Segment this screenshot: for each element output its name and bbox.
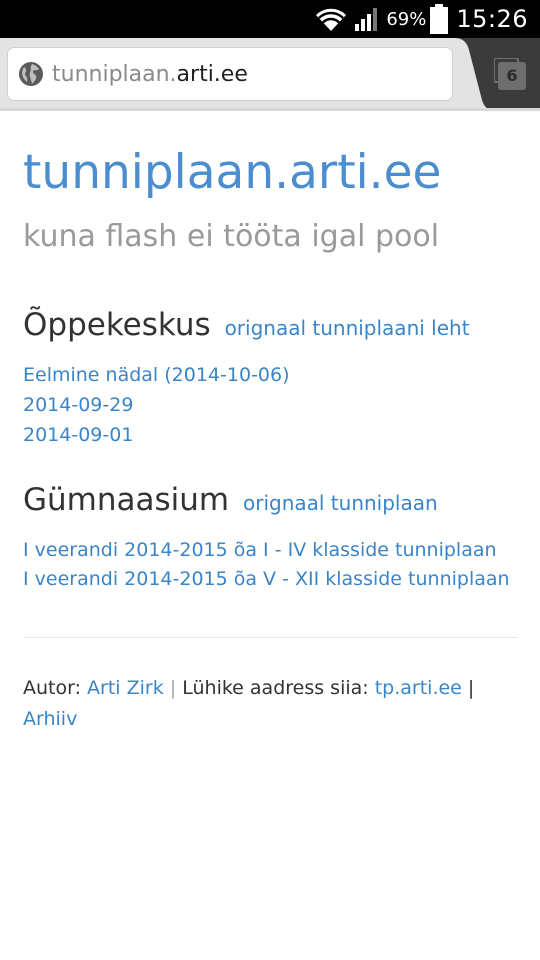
footer-separator: | (467, 677, 475, 699)
wifi-icon (314, 6, 348, 32)
schedule-link-previous-week[interactable]: Eelmine nädal (2014-10-06) (23, 364, 289, 386)
schedule-link-grades-5-12[interactable]: I veerandi 2014-2015 õa V - XII klasside… (23, 568, 510, 590)
original-schedule-link[interactable]: orignaal tunniplaan (243, 491, 438, 515)
schedule-link-2014-09-01[interactable]: 2014-09-01 (23, 424, 133, 446)
section-heading-gumnaasium: Gümnaasium orignaal tunniplaan (23, 482, 438, 518)
section-heading-oppekeskus: Õppekeskus orignaal tunniplaani leht (23, 307, 470, 343)
browser-toolbar: tunniplaan.arti.ee (0, 38, 540, 110)
site-title[interactable]: tunniplaan.arti.ee (23, 145, 441, 200)
author-label: Autor: (23, 677, 81, 699)
url-host: arti.ee (176, 61, 248, 87)
globe-icon (19, 62, 43, 86)
schedule-link-2014-09-29[interactable]: 2014-09-29 (23, 394, 133, 416)
section-title: Õppekeskus (23, 307, 211, 343)
signal-icon (354, 6, 380, 32)
url-prefix: tunniplaan. (52, 61, 177, 87)
short-address-link[interactable]: tp.arti.ee (375, 677, 462, 699)
footer-separator: | (169, 677, 177, 699)
clock: 15:26 (456, 5, 528, 33)
divider (23, 637, 518, 638)
tab-count[interactable]: 6 (498, 62, 526, 90)
archive-link[interactable]: Arhiiv (23, 708, 77, 730)
toolbar-divider (0, 108, 540, 111)
battery-percent: 69% (386, 8, 427, 30)
author-link[interactable]: Arti Zirk (87, 677, 164, 699)
status-bar: 69% 15:26 (0, 0, 540, 38)
original-schedule-page-link[interactable]: orignaal tunniplaani leht (225, 316, 470, 340)
site-tagline: kuna flash ei tööta igal pool (23, 219, 440, 254)
footer: Autor: Arti Zirk | Lühike aadress siia: … (23, 673, 518, 735)
schedule-link-grades-1-4[interactable]: I veerandi 2014-2015 õa I - IV klasside … (23, 539, 497, 561)
battery-icon (430, 4, 449, 34)
url-text: tunniplaan.arti.ee (52, 62, 248, 87)
address-bar[interactable]: tunniplaan.arti.ee (8, 48, 452, 100)
section-title: Gümnaasium (23, 482, 230, 518)
short-address-label: Lühike aadress siia: (182, 677, 369, 699)
